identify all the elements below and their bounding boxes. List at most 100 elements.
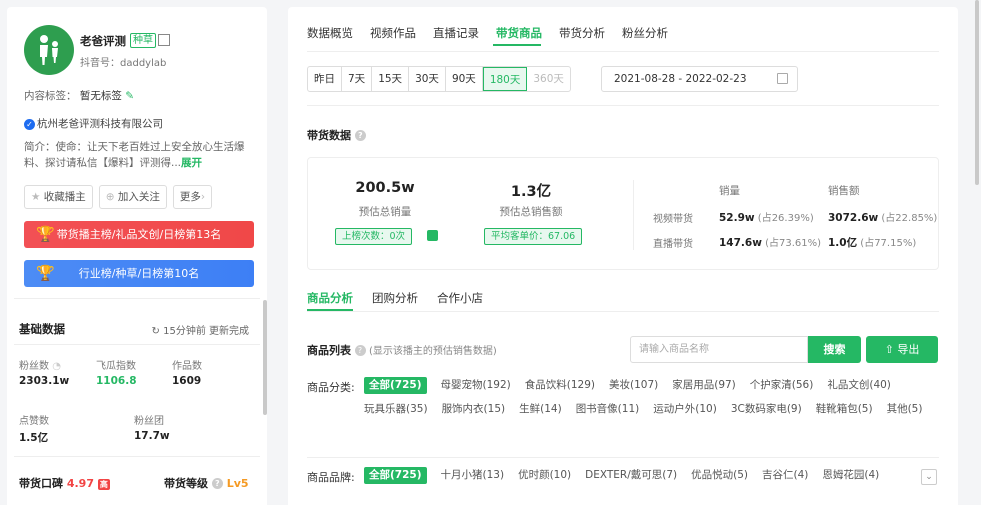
level-label: 带货等级 bbox=[164, 477, 208, 490]
edit-icon[interactable]: ✎ bbox=[125, 90, 134, 102]
tab-overview[interactable]: 数据概览 bbox=[307, 25, 353, 41]
tab-bar: 数据概览 视频作品 直播记录 带货商品 带货分析 粉丝分析 bbox=[307, 25, 668, 41]
favorite-label: 收藏播主 bbox=[43, 191, 86, 203]
video-label: 视频带货 bbox=[653, 214, 693, 225]
category-chip[interactable]: 生鲜(14) bbox=[519, 401, 562, 418]
video-sales: 52.9w (占26.39%) bbox=[719, 209, 814, 224]
star-icon: ★ bbox=[31, 191, 41, 203]
live-sales-pct: (占73.61%) bbox=[765, 238, 822, 249]
subtab-partner-shop[interactable]: 合作小店 bbox=[437, 290, 483, 306]
live-amount-pct: (占77.15%) bbox=[860, 238, 917, 249]
divider bbox=[307, 311, 939, 312]
range-7d[interactable]: 7天 bbox=[342, 67, 373, 91]
chart-icon[interactable] bbox=[427, 230, 438, 241]
category-chip[interactable]: 个护家清(56) bbox=[750, 377, 814, 394]
likes-value: 1.5亿 bbox=[19, 432, 49, 444]
brand-chip[interactable]: 优品悦动(5) bbox=[691, 467, 748, 484]
brand-chip[interactable]: 优时颜(10) bbox=[518, 467, 571, 484]
calendar-icon bbox=[777, 73, 788, 84]
range-yesterday[interactable]: 昨日 bbox=[308, 67, 342, 91]
total-amount-value: 1.3亿 bbox=[510, 184, 552, 200]
range-360d[interactable]: 360天 bbox=[527, 67, 570, 91]
tab-sales-analysis[interactable]: 带货分析 bbox=[559, 25, 605, 41]
product-list-hint: (显示该播主的预估销售数据) bbox=[369, 346, 497, 357]
qrcode-icon[interactable] bbox=[158, 34, 170, 46]
category-chip[interactable]: 运动户外(10) bbox=[653, 401, 717, 418]
category-chip[interactable]: 食品饮料(129) bbox=[525, 377, 595, 394]
category-chip[interactable]: 家居用品(97) bbox=[672, 377, 736, 394]
rank-banner-industry[interactable]: 🏆 行业榜/种草/日榜第10名 bbox=[24, 260, 254, 287]
col-sales: 销量 bbox=[719, 185, 740, 197]
brand-chip[interactable]: 全部(725) bbox=[364, 467, 427, 484]
category-chip[interactable]: 鞋靴箱包(5) bbox=[816, 401, 873, 418]
chevron-down-icon[interactable]: ⌄ bbox=[921, 469, 937, 485]
range-90d[interactable]: 90天 bbox=[446, 67, 483, 91]
help-icon[interactable]: ? bbox=[354, 345, 366, 356]
category-chip[interactable]: 玩具乐器(35) bbox=[364, 401, 428, 418]
search-button[interactable]: 搜索 bbox=[808, 336, 861, 363]
fan-group-value: 17.7w bbox=[134, 430, 170, 442]
category-label: 商品分类: bbox=[307, 381, 355, 394]
export-label: 导出 bbox=[897, 343, 920, 356]
brand-chip[interactable]: 吉谷仁(4) bbox=[762, 467, 808, 484]
works-value: 1609 bbox=[172, 375, 202, 387]
brand-label: 商品品牌: bbox=[307, 471, 355, 484]
col-amount: 销售额 bbox=[828, 185, 860, 197]
category-chip[interactable]: 美妆(107) bbox=[609, 377, 658, 394]
intro: 简介：使命：让天下老百姓过上安全放心生活爆料、探讨请私信【爆料】评测得...展开 bbox=[24, 139, 256, 171]
product-search-input[interactable]: 请输入商品名称 bbox=[630, 336, 808, 363]
category-chip[interactable]: 母婴宠物(192) bbox=[441, 377, 511, 394]
help-icon[interactable]: ? bbox=[211, 478, 223, 489]
divider bbox=[633, 180, 634, 250]
goods-data-title-text: 带货数据 bbox=[307, 129, 351, 142]
more-button[interactable]: 更多› bbox=[172, 185, 213, 209]
subtab-product-analysis[interactable]: 商品分析 bbox=[307, 290, 353, 306]
export-button[interactable]: ⇧ 导出 bbox=[866, 336, 938, 363]
page-scrollbar[interactable] bbox=[975, 0, 979, 185]
help-icon[interactable]: ? bbox=[354, 130, 366, 141]
feigua-value: 1106.8 bbox=[96, 375, 137, 387]
tab-live[interactable]: 直播记录 bbox=[433, 25, 479, 41]
category-chip[interactable]: 图书音像(11) bbox=[576, 401, 640, 418]
brand-chip[interactable]: 恩姆花园(4) bbox=[822, 467, 879, 484]
tab-goods[interactable]: 带货商品 bbox=[496, 25, 542, 41]
subtab-group-buy[interactable]: 团购分析 bbox=[372, 290, 418, 306]
verified-icon: ✓ bbox=[24, 119, 35, 130]
analysis-tabs: 商品分析 团购分析 合作小店 bbox=[307, 290, 483, 306]
category-chip[interactable]: 其他(5) bbox=[887, 401, 923, 418]
rank-banner-gift[interactable]: 🏆 带货播主榜/礼品文创/日榜第13名 bbox=[24, 221, 254, 248]
douyin-id: 抖音号：daddylab bbox=[80, 58, 167, 69]
range-15d[interactable]: 15天 bbox=[372, 67, 410, 91]
range-180d[interactable]: 180天 bbox=[482, 67, 528, 91]
category-chip[interactable]: 3C数码家电(9) bbox=[731, 401, 802, 418]
koubei-badge: 高 bbox=[97, 479, 110, 490]
favorite-button[interactable]: ★ 收藏播主 bbox=[24, 185, 93, 209]
date-range-picker[interactable]: 2021-08-28 - 2022-02-23 bbox=[601, 66, 798, 92]
category-chip[interactable]: 礼品文创(40) bbox=[827, 377, 891, 394]
avatar[interactable] bbox=[24, 25, 74, 75]
brand-chip[interactable]: DEXTER/戴可思(7) bbox=[585, 467, 677, 484]
category-chips: 全部(725) 母婴宠物(192) 食品饮料(129) 美妆(107) 家居用品… bbox=[364, 377, 944, 418]
tab-fans[interactable]: 粉丝分析 bbox=[622, 25, 668, 41]
brand-chip[interactable]: 十月小猪(13) bbox=[441, 467, 505, 484]
divider bbox=[14, 298, 260, 299]
expand-link[interactable]: 展开 bbox=[181, 157, 202, 169]
range-30d[interactable]: 30天 bbox=[409, 67, 446, 91]
profile-panel: 老爸评测 种草 抖音号：daddylab 内容标签： 暂无标签 ✎ ✓ 杭州老爸评… bbox=[7, 7, 267, 505]
live-label: 直播带货 bbox=[653, 239, 693, 250]
left-scrollbar[interactable] bbox=[263, 300, 267, 415]
avg-price-chip: 平均客单价：67.06 bbox=[484, 228, 583, 245]
live-amount: 1.0亿 (占77.15%) bbox=[828, 234, 916, 250]
action-buttons: ★ 收藏播主 ⊕ 加入关注 更多› bbox=[24, 185, 213, 209]
more-label: 更多 bbox=[179, 191, 201, 203]
video-amount-value: 3072.6w bbox=[828, 212, 879, 224]
goods-data-title: 带货数据 ? bbox=[307, 127, 366, 143]
works-label: 作品数 bbox=[172, 361, 202, 372]
sales-level: 带货等级 ? Lv5 bbox=[164, 475, 249, 491]
tab-videos[interactable]: 视频作品 bbox=[370, 25, 416, 41]
follow-button[interactable]: ⊕ 加入关注 bbox=[98, 185, 167, 209]
category-chip[interactable]: 服饰内衣(15) bbox=[442, 401, 506, 418]
update-status[interactable]: ↻ 15分钟前 更新完成 bbox=[152, 322, 249, 337]
divider bbox=[307, 457, 939, 458]
category-chip[interactable]: 全部(725) bbox=[364, 377, 427, 394]
